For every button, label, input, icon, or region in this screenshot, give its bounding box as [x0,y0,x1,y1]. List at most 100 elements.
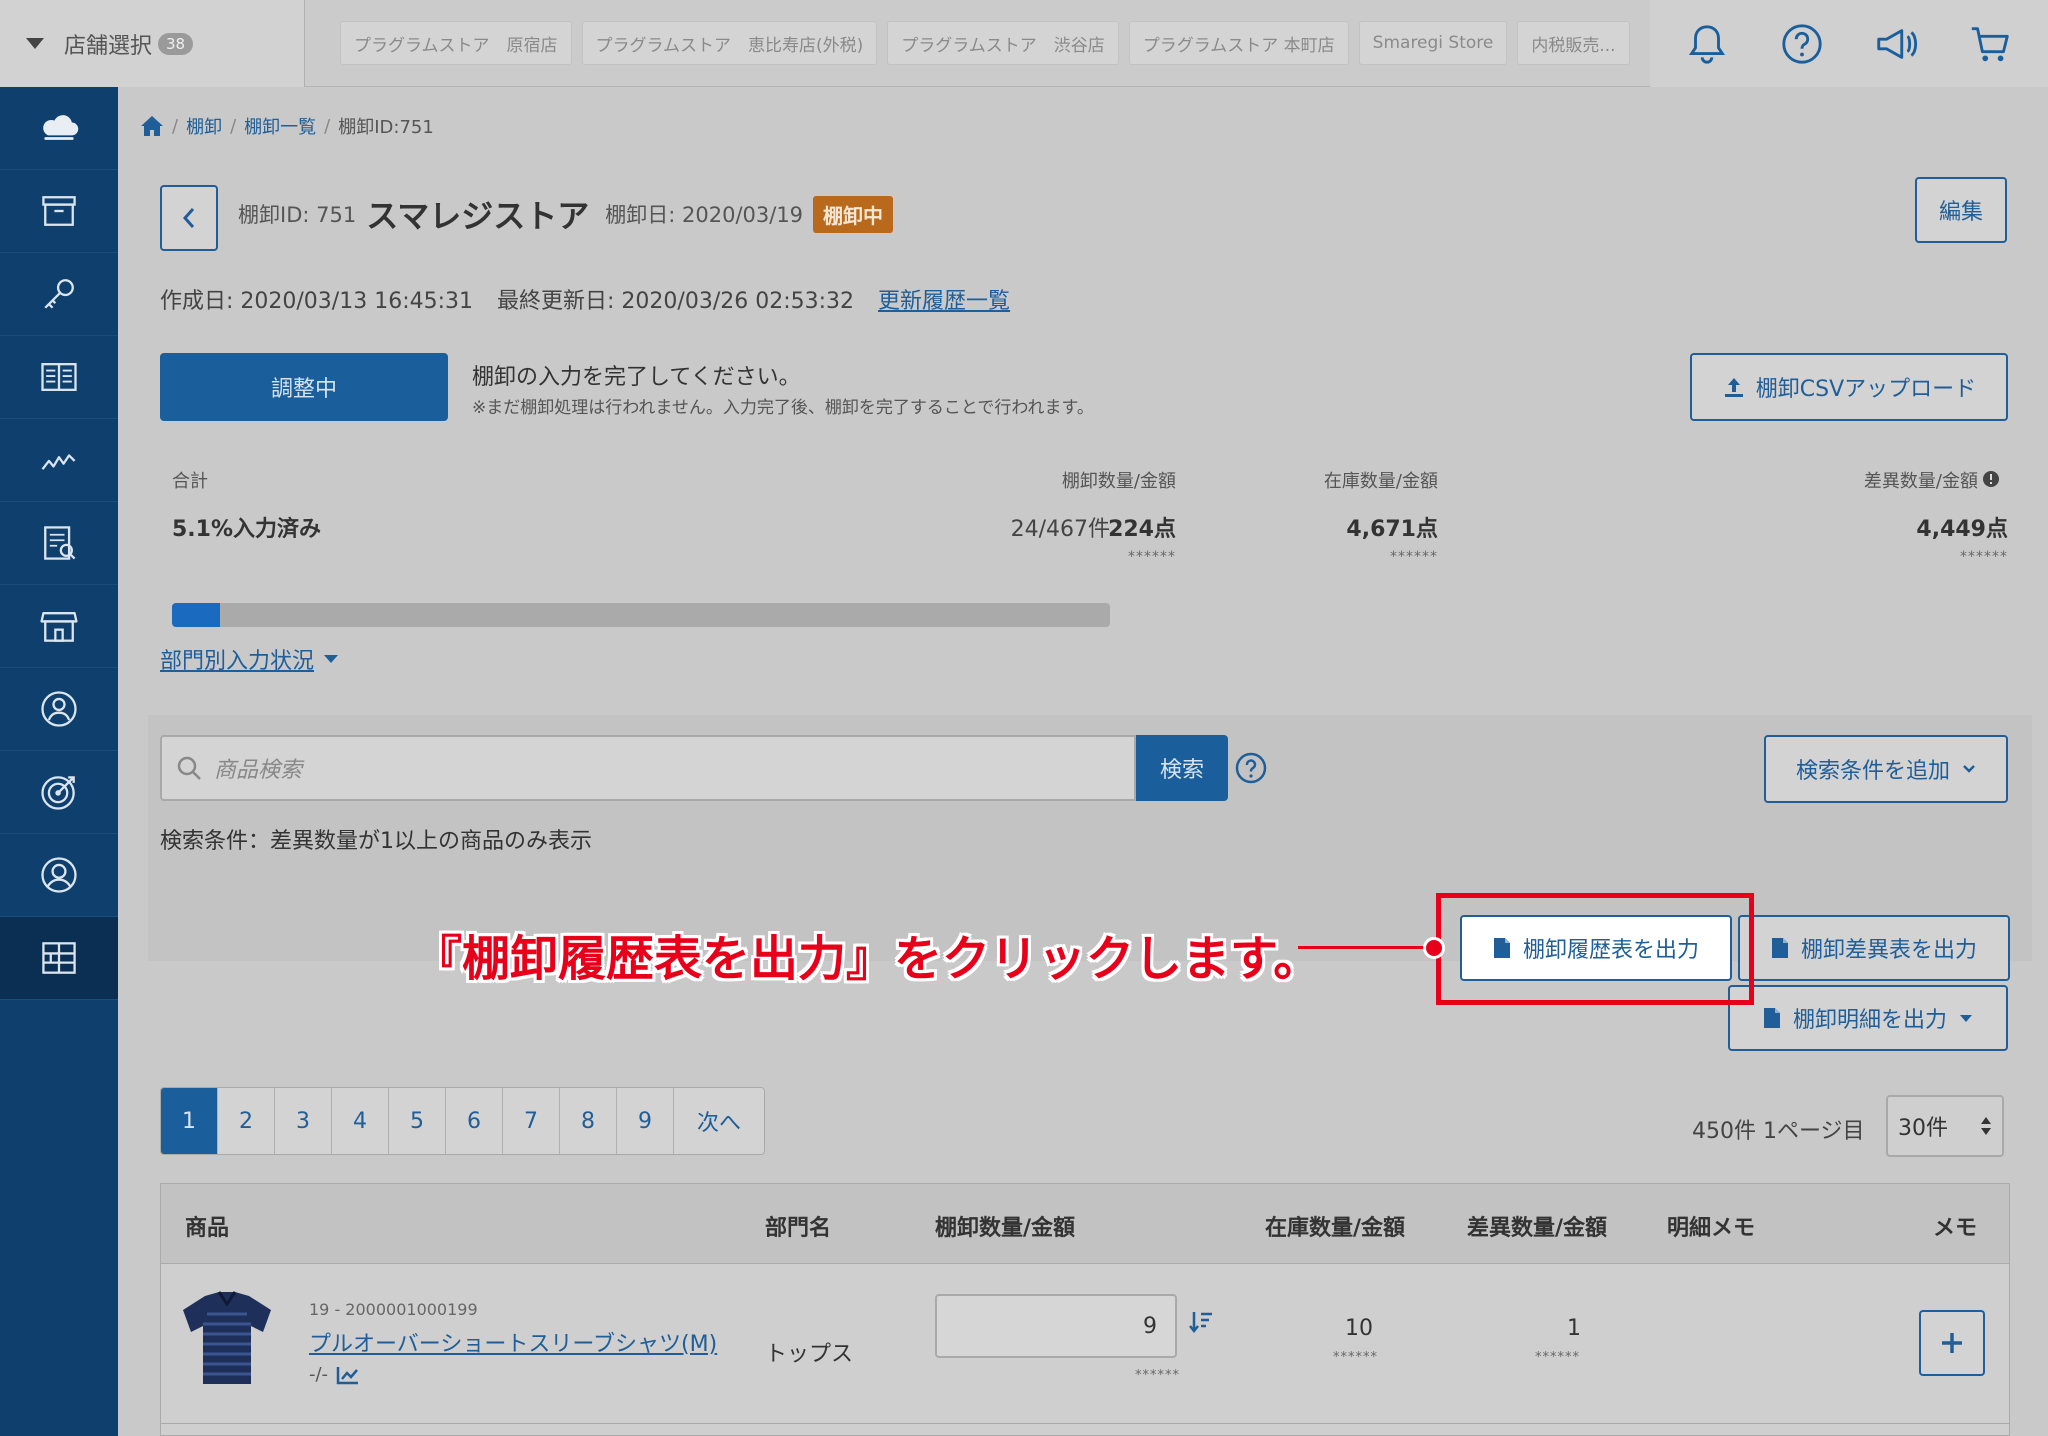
home-icon[interactable] [140,115,164,137]
sidebar-item-report[interactable] [0,502,118,585]
page-button[interactable]: 4 [332,1088,389,1154]
pagination: 1 2 3 4 5 6 7 8 9 次へ [160,1087,765,1155]
page-button[interactable]: 7 [503,1088,560,1154]
inventory-date: 棚卸日: 2020/03/19 [605,203,804,227]
store-select-dropdown[interactable]: 店舗選択 38 [0,0,305,87]
page-button[interactable]: 9 [617,1088,674,1154]
callout-text: 『棚卸履歴表を出力』をクリックします。 [414,931,1322,987]
page-button[interactable]: 1 [161,1088,218,1154]
member-icon [41,857,77,893]
sidebar-item-target[interactable] [0,751,118,834]
store-tab[interactable]: Smaregi Store [1358,21,1508,65]
stock-amount-label: 在庫数量/金額 [1323,471,1438,492]
store-tab[interactable]: プラグラムストア 恵比寿店(外税) [581,21,878,65]
adjusting-button[interactable]: 調整中 [160,353,448,421]
megaphone-icon[interactable] [1873,21,1919,67]
search-placeholder: 商品検索 [214,758,303,783]
col-memo: メモ [1933,1216,1978,1241]
col-product: 商品 [185,1216,230,1241]
store-tab[interactable]: プラグラムストア 原宿店 [340,21,572,65]
diff-amount-mask: ****** [1960,549,2008,565]
store-name: スマレジストア [366,197,590,235]
add-condition-button[interactable]: 検索条件を追加 [1764,735,2008,803]
department-status-toggle[interactable]: 部門別入力状況 [160,643,339,675]
grid-icon [42,942,76,974]
plus-icon [1942,1333,1962,1353]
edit-button[interactable]: 編集 [1915,177,2007,243]
diff-amount-mask: ****** [1535,1350,1580,1365]
col-department: 部門名 [765,1216,832,1241]
created-date: 作成日: 2020/03/13 16:45:31 [160,289,474,314]
next-page-button[interactable]: 次へ [674,1088,764,1154]
help-icon[interactable] [1779,21,1825,67]
export-detail-button[interactable]: 棚卸明細を出力 [1728,985,2008,1051]
info-icon[interactable] [1982,470,2000,488]
col-stock: 在庫数量/金額 [1265,1216,1406,1241]
user-icon [41,691,77,727]
history-link[interactable]: 更新履歴一覧 [878,283,1010,315]
status-badge: 棚卸中 [813,195,894,233]
key-icon [44,279,74,309]
store-tab[interactable]: プラグラムストア 渋谷店 [887,21,1119,65]
stock-amount-mask: ****** [1390,549,1438,565]
stock-total-value: 4,671点 [1346,517,1438,542]
sidebar-item-staff[interactable] [0,668,118,751]
product-thumbnail [183,1291,271,1384]
bell-icon[interactable] [1684,21,1730,67]
caret-down-icon [1960,1015,1972,1022]
col-diff: 差異数量/金額 [1467,1216,1608,1241]
page-button[interactable]: 5 [389,1088,446,1154]
top-icons [1650,0,2048,87]
page-button[interactable]: 2 [218,1088,275,1154]
back-button[interactable] [160,185,218,251]
search-button[interactable]: 検索 [1136,735,1228,801]
chevron-left-icon [182,208,195,228]
count-amount-label: 棚卸数量/金額 [1061,471,1176,492]
sidebar-item-cloud[interactable] [0,87,118,170]
per-page-value: 30件 [1898,1116,1948,1141]
add-memo-button[interactable] [1919,1310,1985,1376]
sidebar-item-store[interactable] [0,585,118,668]
stock-quantity: 10 [1345,1316,1373,1341]
search-help-icon[interactable] [1234,751,1268,785]
sidebar-item-analytics[interactable] [0,419,118,502]
store-select-label: 店舗選択 [64,33,153,59]
csv-upload-button[interactable]: 棚卸CSVアップロード [1690,353,2008,421]
cart-icon[interactable] [1968,21,2014,67]
sort-icon[interactable] [1187,1308,1215,1336]
sidebar-item-member[interactable] [0,834,118,917]
sidebar-item-archive[interactable] [0,170,118,253]
breadcrumb-link-inventory[interactable]: 棚卸 [186,113,222,139]
page-button[interactable]: 6 [446,1088,503,1154]
count-quantity-input[interactable]: 9 [935,1294,1177,1358]
search-icon [177,756,201,780]
count-amount-mask: ****** [1135,1368,1180,1383]
breadcrumb-link-inventory-list[interactable]: 棚卸一覧 [244,113,316,139]
archive-icon [42,196,76,226]
target-icon [41,776,75,810]
diff-total-value: 4,449点 [1916,517,2008,542]
notice-subtext: ※まだ棚卸処理は行われません。入力完了後、棚卸を完了することで行われます。 [472,398,1094,418]
result-count: 450件 1ページ目 [1692,1119,1865,1144]
export-diff-button[interactable]: 棚卸差異表を出力 [1738,915,2010,981]
page-button[interactable]: 3 [275,1088,332,1154]
trend-chart-icon[interactable] [336,1365,360,1385]
product-name-link[interactable]: プルオーバーショートスリーブシャツ(M) [309,1326,717,1358]
diff-amount-label: 差異数量/金額 [1863,471,1978,492]
product-search-input[interactable]: 商品検索 [160,735,1136,801]
store-icon [40,612,78,642]
caret-down-icon [324,655,339,663]
count-amount-mask: ****** [1128,549,1176,565]
sidebar-item-inventory[interactable] [0,917,118,1000]
store-tab[interactable]: プラグラムストア 本町店 [1128,21,1349,65]
page-button[interactable]: 8 [560,1088,617,1154]
store-tab[interactable]: 内税販売... [1517,21,1630,65]
book-icon [41,363,77,391]
report-icon [44,526,76,560]
per-page-select[interactable]: 30件 [1886,1095,2004,1157]
sidebar-item-key[interactable] [0,253,118,336]
export-detail-label: 棚卸明細を出力 [1792,1008,1947,1033]
chevron-down-icon [1963,765,1975,773]
sidebar-item-book[interactable] [0,336,118,419]
callout-dot [1423,937,1445,959]
